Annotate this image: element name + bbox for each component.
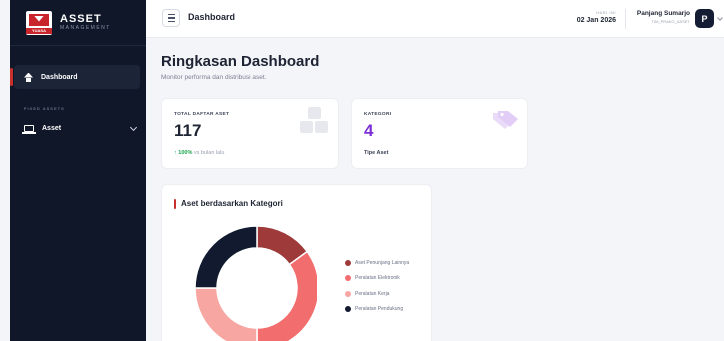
sidebar: YUASA ASSET MANAGEMENT Dashboard FIXED A… <box>10 0 146 341</box>
legend-swatch <box>345 290 351 297</box>
card-value: 117 <box>174 121 202 140</box>
sidebar-item-asset[interactable]: Asset <box>22 120 140 136</box>
category-card: KATEGORI 4 Tipe Aset <box>351 98 528 169</box>
top-header: Dashboard HARI INI 02 Jan 2026 Panjang S… <box>146 0 724 38</box>
monitor-icon <box>22 124 36 134</box>
card-value: 4 <box>364 121 374 140</box>
legend-label: Peralatan Kerja <box>355 290 390 297</box>
legend-swatch <box>345 306 351 313</box>
user-name: Panjang Sumarjo <box>636 10 690 17</box>
brand-tagline: MANAGEMENT <box>60 25 111 31</box>
date-display: HARI INI 02 Jan 2026 <box>577 10 616 24</box>
sidebar-item-label: Dashboard <box>41 73 78 81</box>
boxes-icon <box>300 107 330 135</box>
donut-slice-3[interactable] <box>194 225 258 289</box>
date-value: 02 Jan 2026 <box>576 17 616 24</box>
header-title: Dashboard <box>188 12 236 22</box>
chevron-down-icon[interactable] <box>717 15 723 21</box>
total-assets-card: TOTAL DAFTAR ASET 117 ↑ 100% vs bulan la… <box>161 98 339 169</box>
user-role: TIM_PRAKO_ASSET <box>651 19 690 24</box>
chevron-down-icon <box>129 123 138 132</box>
menu-toggle-button[interactable] <box>162 9 180 27</box>
legend-label: Peralatan Pendukung <box>355 306 404 313</box>
legend-swatch <box>345 259 351 266</box>
legend-swatch <box>345 275 351 282</box>
card-footnote: Tipe Aset <box>364 150 389 156</box>
sidebar-item-label: Asset <box>42 124 62 132</box>
divider <box>625 9 626 29</box>
brand[interactable]: YUASA ASSET MANAGEMENT <box>10 0 146 46</box>
donut-chart <box>194 225 317 341</box>
page-title: Ringkasan Dashboard <box>161 53 320 70</box>
donut-slice-2[interactable] <box>194 287 258 341</box>
donut-slice-1[interactable] <box>256 250 317 341</box>
date-label: HARI INI <box>596 10 616 15</box>
legend-item[interactable]: Peralatan Elektronik <box>345 271 409 287</box>
sidebar-section-label: FIXED ASSETS <box>24 106 65 111</box>
legend-item[interactable]: Aset Penunjang Lainnya <box>345 255 409 271</box>
tag-icon <box>493 111 518 129</box>
sidebar-item-dashboard[interactable]: Dashboard <box>10 65 140 89</box>
card-label: KATEGORI <box>364 112 392 117</box>
user-info[interactable]: Panjang Sumarjo TIM_PRAKO_ASSET <box>637 10 690 24</box>
home-icon <box>24 73 33 82</box>
chart-title: Aset berdasarkan Kategori <box>174 199 283 209</box>
page-subtitle: Monitor performa dan distribusi aset. <box>161 74 267 81</box>
avatar[interactable]: P <box>695 9 714 28</box>
card-trend: ↑ 100% vs bulan lalu <box>174 150 225 156</box>
brand-name: ASSET <box>60 13 102 25</box>
legend-item[interactable]: Peralatan Kerja <box>345 286 409 302</box>
legend-label: Peralatan Elektronik <box>355 275 400 282</box>
legend-item[interactable]: Peralatan Pendukung <box>345 302 409 318</box>
chart-legend: Aset Penunjang Lainnya Peralatan Elektron… <box>345 255 409 317</box>
card-label: TOTAL DAFTAR ASET <box>174 112 230 117</box>
category-chart-card: Aset berdasarkan Kategori Aset Penunjang… <box>161 184 432 341</box>
legend-label: Aset Penunjang Lainnya <box>355 259 410 266</box>
yuasa-logo: YUASA <box>26 10 52 35</box>
